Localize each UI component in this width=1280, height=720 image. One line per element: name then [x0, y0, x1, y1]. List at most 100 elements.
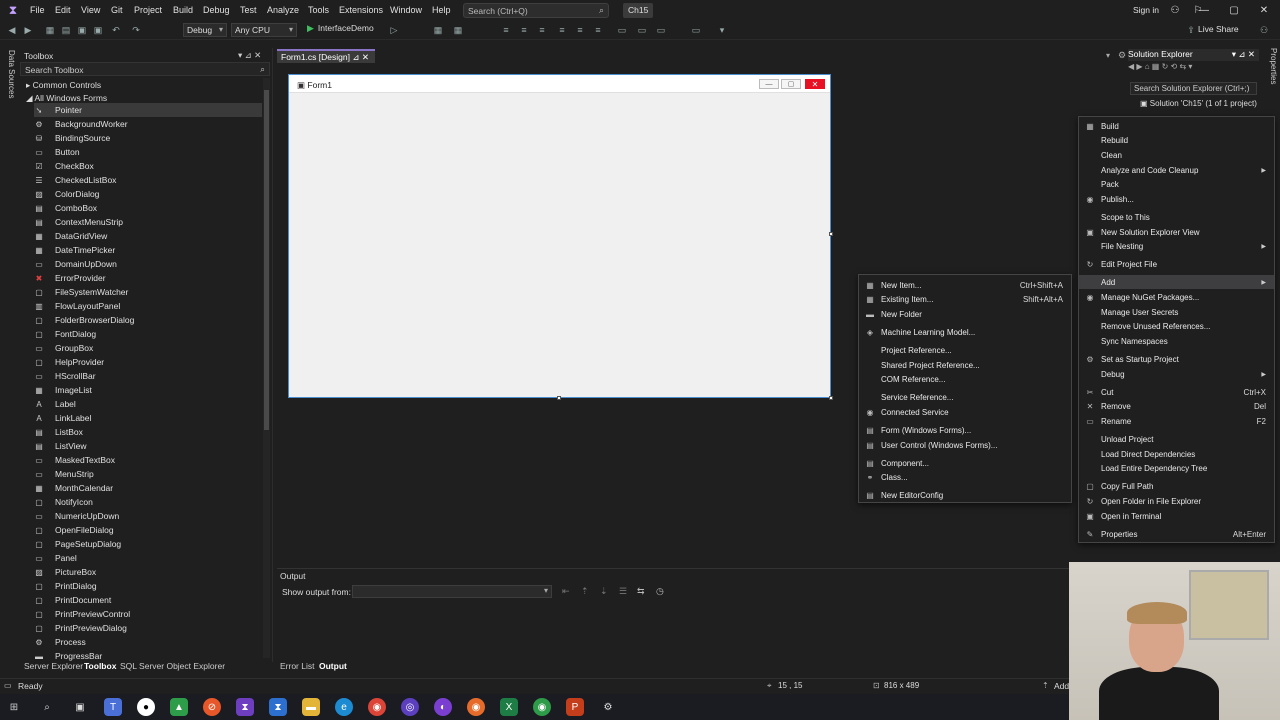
toolbox-item-openfiledialog[interactable]: ▢ OpenFileDialog: [34, 523, 262, 537]
menu-item-add[interactable]: Add ▶: [1079, 275, 1274, 289]
toolbox-item-pointer[interactable]: ➘ Pointer: [34, 103, 262, 117]
obs-icon[interactable]: ◎: [401, 698, 419, 716]
tab-toolbox[interactable]: Toolbox: [84, 661, 116, 671]
excel-icon[interactable]: X: [500, 698, 518, 716]
menu-item-new-item[interactable]: ▦ New Item... Ctrl+Shift+A: [859, 278, 1071, 292]
toolbox-item-helpprovider[interactable]: ▢ HelpProvider: [34, 355, 262, 369]
maximize-button[interactable]: ▢: [1224, 3, 1244, 18]
menu-item-copy-full-path[interactable]: ▢ Copy Full Path: [1079, 479, 1274, 493]
toolbox-item-datetimepicker[interactable]: ▦ DateTimePicker: [34, 243, 262, 257]
find-message-icon[interactable]: ⇤: [562, 586, 570, 597]
menu-item-rename[interactable]: ▭ Rename F2: [1079, 414, 1274, 428]
menu-file[interactable]: File: [30, 5, 45, 15]
menu-edit[interactable]: Edit: [55, 5, 71, 15]
start-icon[interactable]: ⊞: [5, 698, 23, 716]
close-window-button[interactable]: ✕: [1254, 3, 1274, 18]
minimize-button[interactable]: —: [1194, 3, 1214, 18]
menu-extensions[interactable]: Extensions: [339, 5, 383, 15]
settings-icon[interactable]: ⚙: [599, 698, 617, 716]
toolbox-item-printpreviewdialog[interactable]: ▢ PrintPreviewDialog: [34, 621, 262, 635]
source-control-icon[interactable]: ⇡: [1042, 681, 1049, 690]
task-view-icon[interactable]: ▣: [71, 698, 89, 716]
toolbar-tool-icon[interactable]: ▦: [432, 24, 444, 36]
menu-item-com-reference[interactable]: COM Reference...: [859, 372, 1071, 386]
tab-sql-server-object-explorer[interactable]: SQL Server Object Explorer: [120, 661, 225, 671]
toolbox-item-pagesetupdialog[interactable]: ▢ PageSetupDialog: [34, 537, 262, 551]
toolbox-item-monthcalendar[interactable]: ▦ MonthCalendar: [34, 481, 262, 495]
menu-build[interactable]: Build: [173, 5, 193, 15]
toolbox-category-common-controls[interactable]: ▸ Common Controls: [26, 80, 101, 91]
toolbox-item-listview[interactable]: ▤ ListView: [34, 439, 262, 453]
edge-icon[interactable]: e: [335, 698, 353, 716]
toolbox-item-datagridview[interactable]: ▦ DataGridView: [34, 229, 262, 243]
solution-explorer-search-input[interactable]: Search Solution Explorer (Ctrl+;): [1130, 82, 1257, 95]
tab-dropdown-icon[interactable]: ▾: [1106, 51, 1110, 60]
teams-icon[interactable]: T: [104, 698, 122, 716]
menu-item-form-windows-forms[interactable]: ▤ Form (Windows Forms)...: [859, 423, 1071, 437]
menu-tools[interactable]: Tools: [308, 5, 329, 15]
start-without-debugging-icon[interactable]: ▷: [388, 24, 400, 36]
toolbox-item-errorprovider[interactable]: ✖ ErrorProvider: [34, 271, 262, 285]
app-orange-icon[interactable]: ⊘: [203, 698, 221, 716]
menu-project[interactable]: Project: [134, 5, 162, 15]
configuration-select[interactable]: Debug: [183, 23, 227, 37]
menu-item-existing-item[interactable]: ▦ Existing Item... Shift+Alt+A: [859, 292, 1071, 306]
align-right-icon[interactable]: ≡: [536, 24, 548, 36]
toolbox-item-bindingsource[interactable]: ⛁ BindingSource: [34, 131, 262, 145]
menu-item-manage-nuget-packages[interactable]: ◉ Manage NuGet Packages...: [1079, 290, 1274, 304]
menu-item-publish[interactable]: ◉ Publish...: [1079, 192, 1274, 206]
menu-item-unload-project[interactable]: Unload Project: [1079, 432, 1274, 446]
data-sources-tab[interactable]: Data Sources: [4, 50, 16, 110]
chrome-icon[interactable]: ◉: [368, 698, 386, 716]
toolbox-item-flowlayoutpanel[interactable]: ▥ FlowLayoutPanel: [34, 299, 262, 313]
menu-item-open-in-terminal[interactable]: ▣ Open in Terminal: [1079, 509, 1274, 523]
add-to-source-control[interactable]: Add: [1054, 681, 1069, 691]
close-icon[interactable]: ✕: [362, 52, 369, 62]
align-top-icon[interactable]: ≡: [556, 24, 568, 36]
save-icon[interactable]: ▣: [76, 24, 88, 36]
live-share-button[interactable]: Live Share: [1198, 24, 1239, 34]
toolbox-search-input[interactable]: Search Toolbox ⌕: [20, 62, 270, 76]
start-debugging-button[interactable]: ▶ InterfaceDemo: [307, 23, 374, 37]
search-icon[interactable]: ⌕: [38, 698, 56, 716]
menu-item-remove-unused-references[interactable]: Remove Unused References...: [1079, 319, 1274, 333]
file-explorer-icon[interactable]: ▬: [302, 698, 320, 716]
toolbox-item-groupbox[interactable]: ▭ GroupBox: [34, 341, 262, 355]
menu-item-build[interactable]: ▦ Build: [1079, 119, 1274, 133]
live-share-icon[interactable]: ⇪: [1185, 24, 1197, 36]
account-icon[interactable]: ⚇: [1165, 3, 1185, 18]
app-circle-icon[interactable]: ●: [137, 698, 155, 716]
firefox-icon[interactable]: ◉: [467, 698, 485, 716]
tab-output[interactable]: Output: [319, 661, 347, 671]
menu-help[interactable]: Help: [432, 5, 451, 15]
menu-item-properties[interactable]: ✎ Properties Alt+Enter: [1079, 527, 1274, 541]
toolbox-item-process[interactable]: ⚙ Process: [34, 635, 262, 649]
forward-icon[interactable]: ▶: [22, 24, 34, 36]
word-wrap-icon[interactable]: ⇆: [637, 586, 645, 597]
back-icon[interactable]: ◀: [6, 24, 18, 36]
menu-item-new-folder[interactable]: ▬ New Folder: [859, 307, 1071, 321]
scrollbar-thumb[interactable]: [264, 90, 269, 430]
toolbox-item-button[interactable]: ▭ Button: [34, 145, 262, 159]
save-all-icon[interactable]: ▣: [92, 24, 104, 36]
toolbox-header-buttons[interactable]: ▾ ⊿ ✕: [238, 50, 261, 61]
global-search-input[interactable]: Search (Ctrl+Q) ⌕: [463, 3, 609, 18]
chrome-green-icon[interactable]: ◉: [533, 698, 551, 716]
align-center-icon[interactable]: ≡: [518, 24, 530, 36]
toolbox-item-hscrollbar[interactable]: ▭ HScrollBar: [34, 369, 262, 383]
toolbox-item-numericupdown[interactable]: ▭ NumericUpDown: [34, 509, 262, 523]
menu-item-set-as-startup-project[interactable]: ⚙ Set as Startup Project: [1079, 352, 1274, 366]
resize-handle-bottom[interactable]: [557, 396, 561, 400]
menu-item-edit-project-file[interactable]: ↻ Edit Project File: [1079, 257, 1274, 271]
tab-form1-design[interactable]: Form1.cs [Design] ⊿ ✕: [277, 49, 375, 63]
timestamp-icon[interactable]: ◷: [656, 586, 664, 597]
vscode-icon[interactable]: ⧗: [269, 698, 287, 716]
menu-debug[interactable]: Debug: [203, 5, 230, 15]
toolbox-item-checkedlistbox[interactable]: ☰ CheckedListBox: [34, 173, 262, 187]
toolbox-item-maskedtextbox[interactable]: ▭ MaskedTextBox: [34, 453, 262, 467]
menu-item-manage-user-secrets[interactable]: Manage User Secrets: [1079, 305, 1274, 319]
undo-icon[interactable]: ↶: [110, 24, 122, 36]
clear-all-icon[interactable]: ☰: [619, 586, 627, 597]
toolbox-item-menustrip[interactable]: ▭ MenuStrip: [34, 467, 262, 481]
toolbox-item-domainupdown[interactable]: ▭ DomainUpDown: [34, 257, 262, 271]
